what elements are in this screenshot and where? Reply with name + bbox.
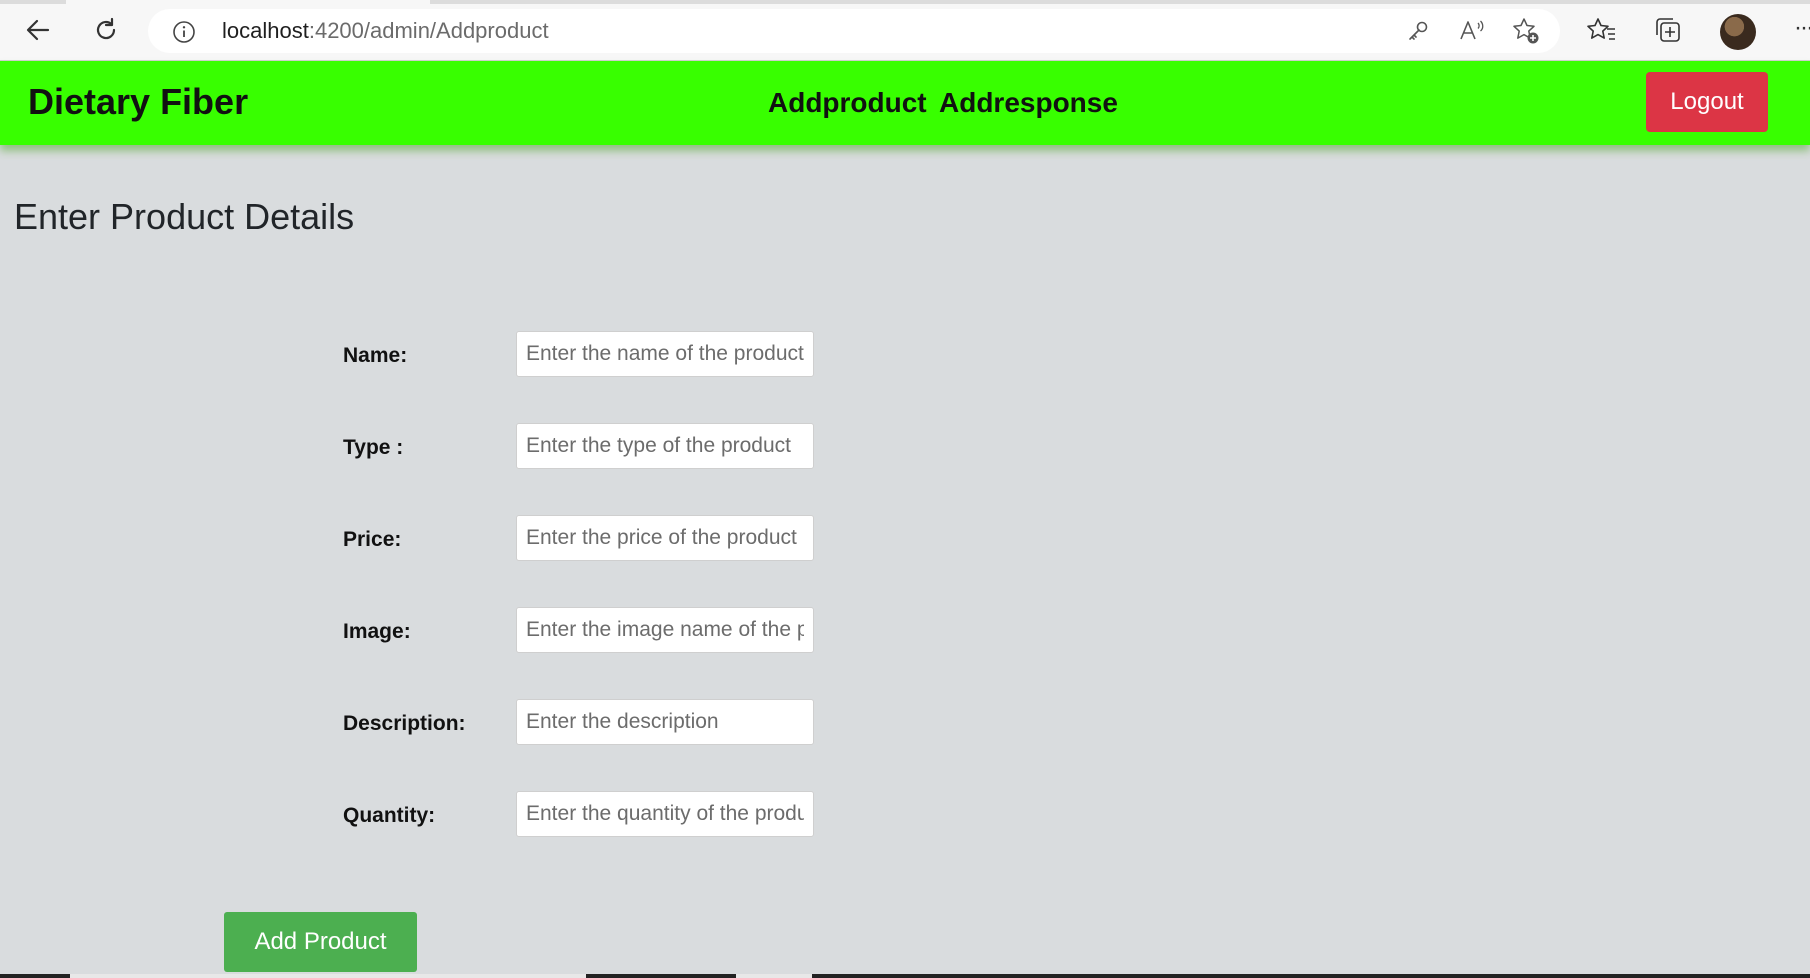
taskbar-segment <box>586 974 736 978</box>
info-icon[interactable] <box>172 20 196 49</box>
form-row-image: Image: <box>343 607 823 655</box>
browser-toolbar: localhost:4200/admin/Addproduct ··· <box>0 0 1810 61</box>
more-icon[interactable]: ··· <box>1794 14 1810 42</box>
taskbar-edge <box>0 974 1810 978</box>
nav-link-addproduct[interactable]: Addproduct <box>768 87 927 119</box>
nav-link-addresponse[interactable]: Addresponse <box>939 87 1118 119</box>
address-bar[interactable]: localhost:4200/admin/Addproduct <box>148 9 1560 53</box>
taskbar-segment <box>812 974 1810 978</box>
type-input[interactable] <box>516 423 814 469</box>
logout-button[interactable]: Logout <box>1646 72 1768 132</box>
image-label: Image: <box>343 620 411 643</box>
active-tab[interactable] <box>66 0 430 4</box>
image-input[interactable] <box>516 607 814 653</box>
key-icon[interactable] <box>1404 17 1432 45</box>
refresh-icon[interactable] <box>88 12 124 48</box>
form-row-price: Price: <box>343 515 823 563</box>
read-aloud-icon[interactable] <box>1458 17 1486 45</box>
description-label: Description: <box>343 712 466 735</box>
description-input[interactable] <box>516 699 814 745</box>
type-label: Type : <box>343 436 404 459</box>
page-title: Enter Product Details <box>14 196 355 237</box>
form-row-type: Type : <box>343 423 823 471</box>
url-text[interactable]: localhost:4200/admin/Addproduct <box>222 19 549 43</box>
price-label: Price: <box>343 528 402 551</box>
brand-logo[interactable]: Dietary Fiber <box>28 81 248 123</box>
add-product-button[interactable]: Add Product <box>224 912 417 972</box>
favorites-icon[interactable] <box>1586 14 1618 46</box>
price-input[interactable] <box>516 515 814 561</box>
name-label: Name: <box>343 344 408 367</box>
tab-strip <box>0 0 1810 4</box>
form-row-quantity: Quantity: <box>343 791 823 839</box>
add-favorite-icon[interactable] <box>1512 17 1540 45</box>
back-arrow-icon[interactable] <box>20 12 56 48</box>
app-navbar: Dietary Fiber Addproduct Addresponse Log… <box>0 61 1810 145</box>
taskbar-segment <box>0 974 70 978</box>
collections-icon[interactable] <box>1652 14 1684 46</box>
quantity-label: Quantity: <box>343 804 436 827</box>
profile-avatar[interactable] <box>1720 14 1756 50</box>
form-row-name: Name: <box>343 331 823 379</box>
quantity-input[interactable] <box>516 791 814 837</box>
form-row-description: Description: <box>343 699 823 747</box>
name-input[interactable] <box>516 331 814 377</box>
